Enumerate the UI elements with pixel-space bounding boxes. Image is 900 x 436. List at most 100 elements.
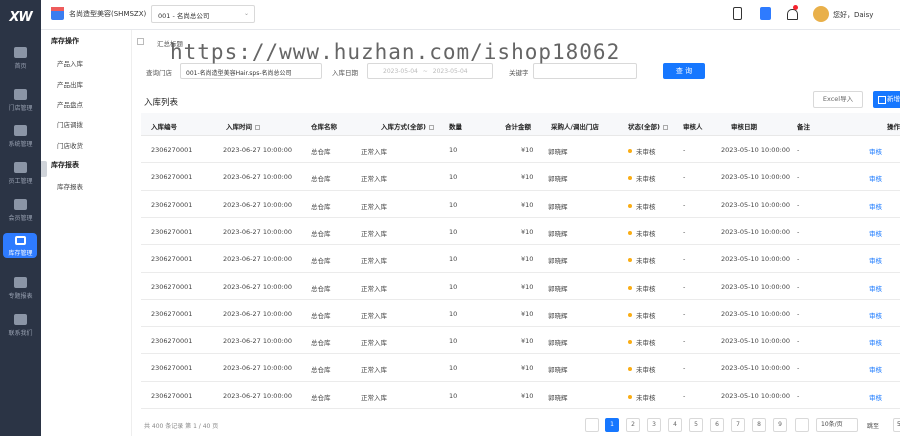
rail-item-6[interactable]: 专题报表 <box>0 270 41 306</box>
cell-method: 正常入库 <box>361 339 387 348</box>
rail-item-label: 门店管理 <box>8 104 33 112</box>
cell-warehouse: 总仓库 <box>311 202 331 211</box>
table-row[interactable]: 2306270001 2023-06-27 10:00:00 总仓库 正常入库 10 ¥1… <box>141 190 900 218</box>
page-button-5[interactable]: 5 <box>689 418 703 432</box>
menu-group-stock-report[interactable]: 库存报表 <box>51 160 79 170</box>
shop-icon <box>51 7 64 20</box>
table-row[interactable]: 2306270001 2023-06-27 10:00:00 总仓库 正常入库 10 ¥1… <box>141 299 900 328</box>
cell-action[interactable]: 审核 <box>869 310 882 320</box>
menu-item-store-transfer[interactable]: 门店调拨 <box>57 119 83 129</box>
cell-remark: - <box>797 282 800 291</box>
table-row[interactable]: 2306270001 2023-06-27 10:00:00 总仓库 正常入库 10 ¥1… <box>141 327 900 355</box>
cell-action[interactable]: 审核 <box>869 255 882 265</box>
rail-item-3[interactable]: 员工管理 <box>0 155 41 191</box>
table-row[interactable]: 2306270001 2023-06-27 10:00:00 总仓库 正常入库 10 ¥1… <box>141 163 900 191</box>
excel-import-button[interactable]: Excel导入 <box>813 91 863 108</box>
menu-item-product-out[interactable]: 产品出库 <box>57 79 83 89</box>
cell-buyer: 郭晓辉 <box>548 148 568 156</box>
cell-status: 未审核 <box>628 173 656 183</box>
menu-item-stock-report[interactable]: 库存报表 <box>57 181 83 191</box>
cell-id: 2306270001 <box>151 337 193 346</box>
cell-method: 正常入库 <box>361 284 387 293</box>
page-button-6[interactable]: 6 <box>710 418 724 432</box>
cell-warehouse: 总仓库 <box>311 311 331 320</box>
cell-warehouse: 总仓库 <box>311 148 331 156</box>
cell-reviewer: - <box>683 282 686 291</box>
cell-action[interactable]: 审核 <box>869 392 882 402</box>
col-header-action: 操作 <box>887 123 900 131</box>
page-button-7[interactable]: 7 <box>731 418 745 432</box>
goto-input[interactable]: 5 <box>893 418 900 432</box>
cell-warehouse: 总仓库 <box>311 229 331 238</box>
keyword-input[interactable] <box>533 63 637 79</box>
cell-id: 2306270001 <box>151 391 193 400</box>
page-button-3[interactable]: 3 <box>647 418 661 432</box>
mobile-icon[interactable] <box>733 7 742 20</box>
table-row[interactable]: 2306270001 2023-06-27 10:00:00 总仓库 正常入库 10 ¥1… <box>141 272 900 300</box>
date-range-picker[interactable]: 2023-05-04 ~ 2023-05-04 <box>367 63 493 79</box>
cell-qty: 10 <box>449 255 458 264</box>
rail-item-1[interactable]: 门店管理 <box>0 82 41 118</box>
next-page-button[interactable] <box>795 418 809 432</box>
rail-item-5[interactable]: 库存管理 <box>0 229 41 265</box>
rail-item-2[interactable]: 系统管理 <box>0 118 41 154</box>
menu-collapse-handle[interactable] <box>41 161 47 177</box>
rail-item-7[interactable]: 联系我们 <box>0 307 41 343</box>
company-select[interactable]: 001 - 名尚总公司 ⌄ <box>151 5 255 23</box>
cell-review-date: 2023-05-10 10:00:00 <box>721 255 791 264</box>
table-row[interactable]: 2306270001 2023-06-27 10:00:00 总仓库 正常入库 10 ¥1… <box>141 136 900 164</box>
menu-group-stock-ops[interactable]: 库存操作 <box>51 36 79 46</box>
col-header-method[interactable]: 入库方式(全部) <box>381 121 434 131</box>
rail-item-label: 首页 <box>14 62 27 70</box>
phone-icon <box>14 313 27 325</box>
cell-review-date: 2023-05-10 10:00:00 <box>721 200 791 209</box>
member-icon <box>14 198 27 210</box>
cell-qty: 10 <box>449 309 458 318</box>
query-button[interactable]: 查 询 <box>663 63 705 79</box>
col-header-remark: 备注 <box>797 123 810 131</box>
cell-amount: ¥10 <box>521 146 534 154</box>
rail-item-4[interactable]: 会员管理 <box>0 192 41 228</box>
cell-action[interactable]: 审核 <box>869 173 882 183</box>
chevron-down-icon: ⌄ <box>243 10 249 17</box>
add-button[interactable]: 新增 <box>873 91 900 108</box>
page-button-2[interactable]: 2 <box>626 418 640 432</box>
col-header-status[interactable]: 状态(全部) <box>628 121 668 131</box>
filter-icon[interactable] <box>428 125 434 130</box>
cell-reviewer: - <box>683 337 686 346</box>
rail-item-0[interactable]: 首页 <box>0 40 41 76</box>
keyword-label: 关键字 <box>509 69 529 77</box>
cell-action[interactable]: 审核 <box>869 283 882 293</box>
col-header-time[interactable]: 入库时间 <box>226 121 260 131</box>
page-button-8[interactable]: 8 <box>752 418 766 432</box>
page-button-4[interactable]: 4 <box>668 418 682 432</box>
user-greeting[interactable]: 您好，Daisy <box>833 10 873 20</box>
cell-buyer: 郭晓辉 <box>548 366 568 375</box>
download-icon[interactable] <box>760 7 771 20</box>
table-row[interactable]: 2306270001 2023-06-27 10:00:00 总仓库 正常入库 10 ¥1… <box>141 354 900 382</box>
menu-item-product-in[interactable]: 产品入库 <box>57 58 83 68</box>
cell-buyer: 郭晓辉 <box>548 284 568 293</box>
cell-review-date: 2023-05-10 10:00:00 <box>721 227 791 236</box>
summary-checkbox[interactable] <box>137 38 144 45</box>
cell-action[interactable]: 审核 <box>869 228 882 238</box>
sort-icon[interactable] <box>255 125 260 130</box>
avatar[interactable] <box>813 6 829 22</box>
cell-action[interactable]: 审核 <box>869 146 882 156</box>
filter-icon[interactable] <box>662 125 668 130</box>
page-button-1[interactable]: 1 <box>605 418 619 432</box>
page-size-select[interactable]: 10条/页 <box>816 418 858 432</box>
table-row[interactable]: 2306270001 2023-06-27 10:00:00 总仓库 正常入库 10 ¥1… <box>141 217 900 246</box>
table-row[interactable]: 2306270001 2023-06-27 10:00:00 总仓库 正常入库 10 ¥1… <box>141 381 900 410</box>
cell-action[interactable]: 审核 <box>869 201 882 211</box>
menu-item-product-check[interactable]: 产品盘点 <box>57 99 83 109</box>
store-filter-value: 001-名尚造型美容Hair.sps-名尚总公司 <box>186 70 292 77</box>
watermark-text: https://www.huzhan.com/ishop18062 <box>170 40 621 64</box>
cell-action[interactable]: 审核 <box>869 337 882 347</box>
menu-item-store-receive[interactable]: 门店收货 <box>57 140 83 150</box>
page-button-9[interactable]: 9 <box>773 418 787 432</box>
table-row[interactable]: 2306270001 2023-06-27 10:00:00 总仓库 正常入库 10 ¥1… <box>141 245 900 273</box>
store-filter-select[interactable]: 001-名尚造型美容Hair.sps-名尚总公司 <box>180 63 322 79</box>
prev-page-button[interactable] <box>585 418 599 432</box>
cell-action[interactable]: 审核 <box>869 364 882 374</box>
